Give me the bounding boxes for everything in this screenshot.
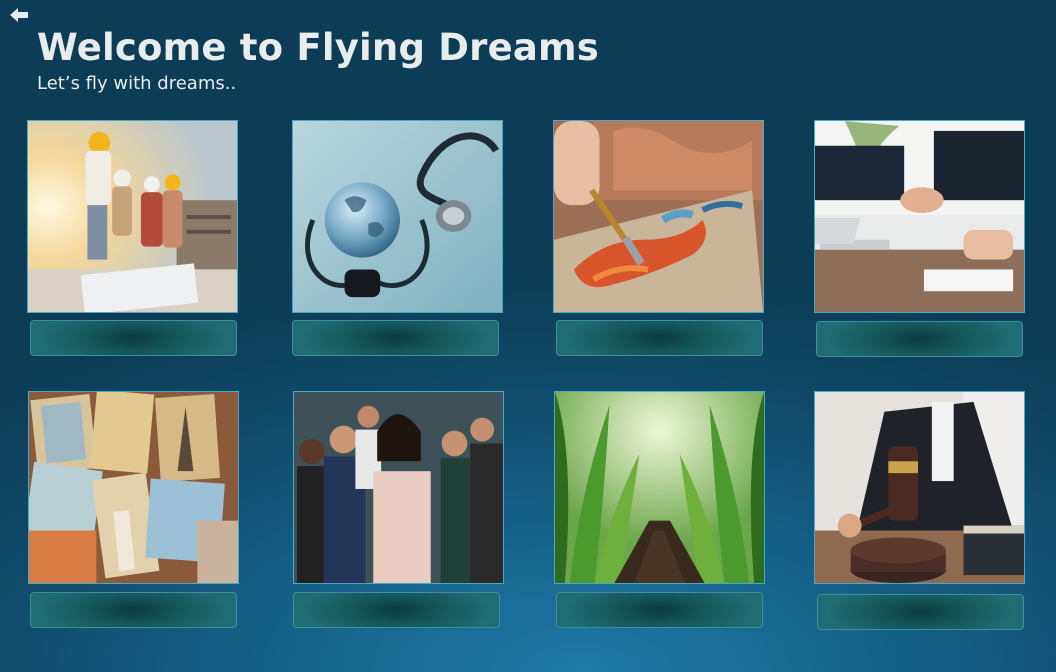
engineers-in-hard-hats-image [28,121,237,312]
career-card-engineering[interactable] [27,120,238,313]
globe-and-stethoscope-image [293,121,502,312]
career-card-agriculture[interactable] [554,391,765,584]
career-button-law[interactable] [817,594,1024,630]
page-subtitle: Let’s fly with dreams.. [37,73,237,94]
career-card-business[interactable] [814,120,1025,313]
team-thumbs-up-image [294,392,503,583]
career-button-management[interactable] [293,592,500,628]
career-card-tourism[interactable] [28,391,239,584]
travel-postcards-image [29,392,238,583]
career-button-agriculture[interactable] [556,592,763,628]
career-button-business[interactable] [816,321,1023,357]
career-card-law[interactable] [814,391,1025,584]
judge-gavel-image [815,392,1024,583]
corn-field-image [555,392,764,583]
career-button-medicine[interactable] [292,320,499,356]
business-handshake-image [815,121,1024,312]
career-button-tourism[interactable] [30,592,237,628]
career-card-arts[interactable] [553,120,764,313]
career-button-arts[interactable] [556,320,763,356]
page-title: Welcome to Flying Dreams [37,26,600,69]
career-button-engineering[interactable] [30,320,237,356]
career-card-medicine[interactable] [292,120,503,313]
back-button[interactable] [8,6,30,24]
arrow-left-icon [10,8,28,22]
painting-brush-image [554,121,763,312]
career-card-management[interactable] [293,391,504,584]
